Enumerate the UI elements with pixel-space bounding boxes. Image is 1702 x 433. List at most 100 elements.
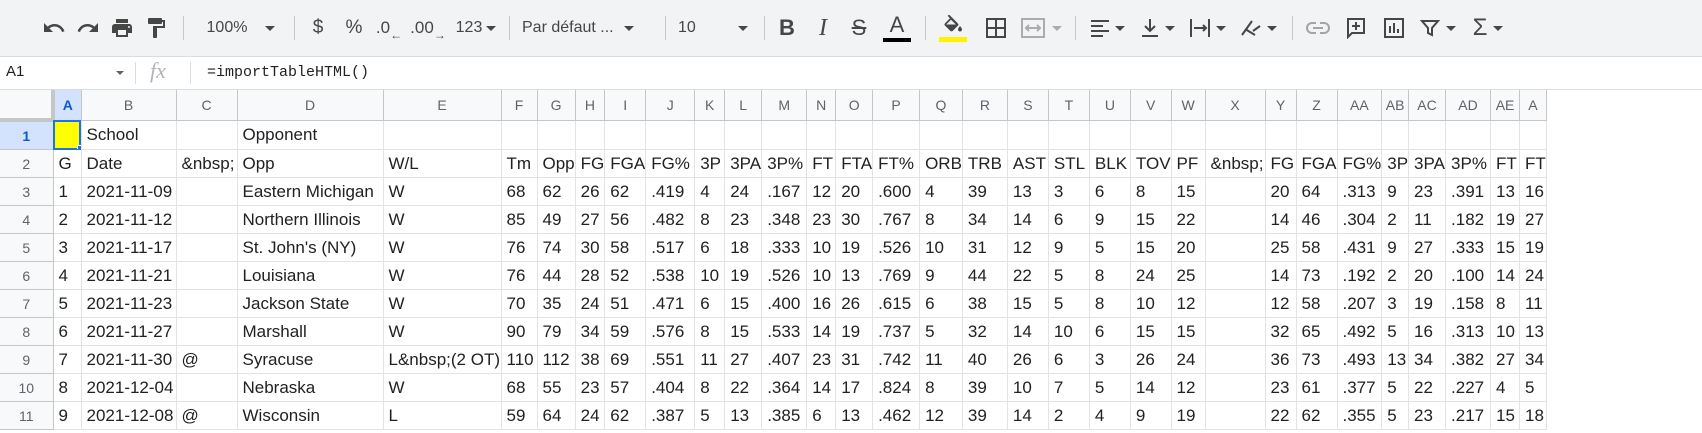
row-header[interactable]: 4: [0, 205, 54, 234]
cell[interactable]: 9: [1130, 401, 1172, 430]
cell[interactable]: 13: [724, 401, 763, 430]
cell[interactable]: 2021-11-09: [81, 177, 177, 206]
cell[interactable]: 16: [1519, 177, 1547, 206]
row-header[interactable]: 10: [0, 373, 54, 402]
cell[interactable]: [1490, 120, 1521, 150]
column-header[interactable]: AB: [1381, 90, 1410, 121]
cell[interactable]: 6: [1048, 345, 1090, 374]
cell[interactable]: [176, 261, 238, 290]
cell[interactable]: 19: [1490, 205, 1521, 234]
name-box[interactable]: A1: [6, 63, 126, 85]
redo-button[interactable]: [72, 10, 104, 46]
cell[interactable]: FT: [1490, 149, 1521, 178]
cell[interactable]: 20: [1171, 233, 1206, 262]
cell[interactable]: 5: [694, 401, 726, 430]
cell[interactable]: .767: [872, 205, 921, 234]
cell[interactable]: 5: [1381, 401, 1410, 430]
cell[interactable]: 16: [806, 289, 837, 318]
cell[interactable]: 68: [501, 177, 538, 206]
cell[interactable]: 57: [604, 373, 647, 402]
cell[interactable]: 15: [1490, 401, 1521, 430]
cell[interactable]: 2: [1048, 401, 1090, 430]
cell[interactable]: 2: [53, 205, 82, 234]
cell[interactable]: 27: [1519, 205, 1547, 234]
cell[interactable]: 10: [806, 261, 837, 290]
column-header[interactable]: H: [575, 90, 606, 121]
cell[interactable]: 5: [1381, 317, 1410, 346]
cell[interactable]: 90: [501, 317, 538, 346]
cell[interactable]: .304: [1337, 205, 1383, 234]
cell[interactable]: 26: [1007, 345, 1049, 374]
cell[interactable]: 61: [1296, 373, 1338, 402]
cell[interactable]: PF: [1171, 149, 1206, 178]
cell[interactable]: 18: [724, 233, 763, 262]
cell[interactable]: 6: [53, 317, 82, 346]
cell[interactable]: W: [383, 373, 502, 402]
cell[interactable]: 8: [919, 373, 963, 402]
column-header[interactable]: P: [872, 90, 921, 121]
cell[interactable]: 3P%: [1445, 149, 1492, 178]
cell[interactable]: G: [53, 149, 82, 178]
cell[interactable]: 4: [1089, 401, 1131, 430]
cell[interactable]: 14: [1007, 205, 1049, 234]
column-header[interactable]: G: [537, 90, 576, 121]
column-header[interactable]: J: [645, 90, 696, 121]
cell[interactable]: 5: [1048, 261, 1090, 290]
cell[interactable]: 2: [1381, 205, 1410, 234]
cell[interactable]: FG%: [1337, 149, 1383, 178]
cell[interactable]: 110: [501, 345, 538, 374]
cell[interactable]: &nbsp;: [1205, 149, 1266, 178]
cell[interactable]: 76: [501, 233, 538, 262]
cell[interactable]: .462: [872, 401, 921, 430]
cell[interactable]: [176, 205, 238, 234]
column-header[interactable]: Y: [1265, 90, 1297, 121]
cell[interactable]: [1171, 120, 1206, 150]
cell[interactable]: 44: [962, 261, 1008, 290]
cell[interactable]: 16: [1408, 317, 1447, 346]
cell[interactable]: TRB: [962, 149, 1008, 178]
cell[interactable]: W: [383, 205, 502, 234]
column-header[interactable]: M: [761, 90, 808, 121]
cell[interactable]: BLK: [1089, 149, 1131, 178]
column-header[interactable]: I: [604, 90, 647, 121]
cell[interactable]: .391: [1445, 177, 1492, 206]
cell[interactable]: 8: [53, 373, 82, 402]
cell[interactable]: 15: [1130, 317, 1172, 346]
font-size-select[interactable]: 10: [678, 10, 754, 46]
cell[interactable]: 6: [1089, 177, 1131, 206]
percent-format-button[interactable]: %: [340, 10, 368, 46]
fill-color-button[interactable]: [935, 10, 971, 46]
cell[interactable]: 24: [1171, 345, 1206, 374]
cell[interactable]: 20: [835, 177, 874, 206]
cell[interactable]: 7: [53, 345, 82, 374]
row-header[interactable]: 5: [0, 233, 54, 262]
cell[interactable]: 9: [919, 261, 963, 290]
cell[interactable]: .576: [645, 317, 696, 346]
cell[interactable]: .387: [645, 401, 696, 430]
cell[interactable]: 10: [1490, 317, 1521, 346]
cell[interactable]: [694, 120, 726, 150]
cell[interactable]: 14: [806, 317, 837, 346]
cell[interactable]: 3: [53, 233, 82, 262]
bold-button[interactable]: B: [772, 10, 802, 46]
cell[interactable]: [806, 120, 837, 150]
select-all-corner[interactable]: [0, 90, 55, 122]
row-header[interactable]: 8: [0, 317, 54, 346]
cell[interactable]: 1: [53, 177, 82, 206]
cell[interactable]: 28: [575, 261, 606, 290]
text-wrapping-button[interactable]: [1184, 10, 1230, 46]
cell[interactable]: 8: [1089, 261, 1131, 290]
cell[interactable]: 24: [1130, 261, 1172, 290]
cell[interactable]: 52: [604, 261, 647, 290]
cell[interactable]: 8: [1089, 289, 1131, 318]
cell[interactable]: 10: [1130, 289, 1172, 318]
cell[interactable]: [1205, 177, 1266, 206]
cell[interactable]: [1048, 120, 1090, 150]
cell[interactable]: 85: [501, 205, 538, 234]
cell[interactable]: 34: [1519, 345, 1547, 374]
italic-button[interactable]: I: [808, 10, 838, 46]
merge-cells-button[interactable]: [1018, 10, 1064, 46]
cell[interactable]: Eastern Michigan: [237, 177, 384, 206]
cell[interactable]: School: [81, 120, 177, 150]
cell[interactable]: W: [383, 317, 502, 346]
